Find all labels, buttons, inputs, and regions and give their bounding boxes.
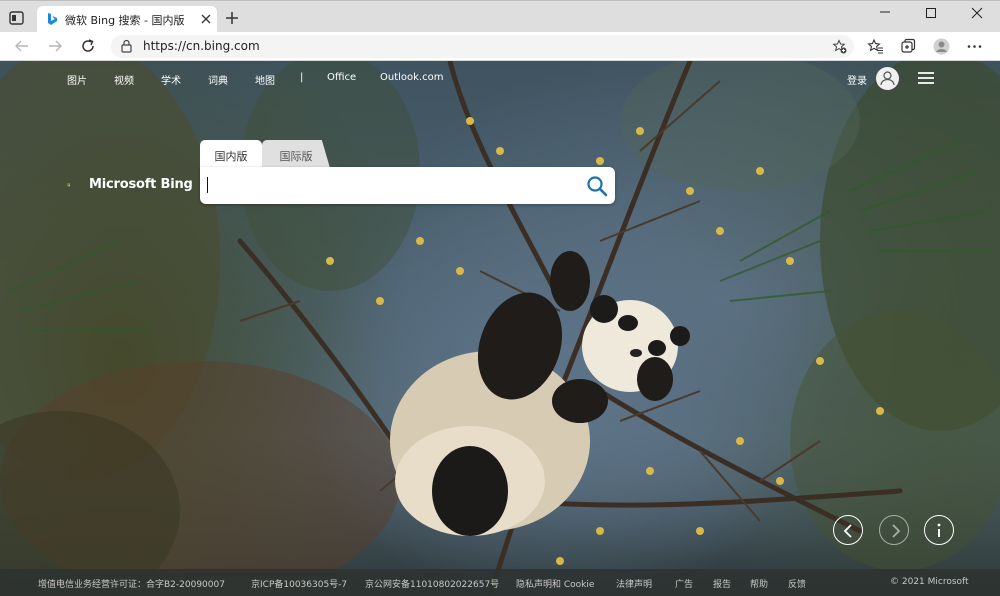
bing-logo-text[interactable]: Microsoft Bing <box>89 177 193 192</box>
bing-favicon-icon <box>48 13 57 25</box>
image-info-button[interactable] <box>924 515 954 545</box>
next-image-button[interactable] <box>879 515 909 545</box>
window-close-icon[interactable] <box>954 1 1000 31</box>
arrow-right-icon[interactable] <box>47 38 63 54</box>
avatar[interactable] <box>876 67 899 90</box>
tab-strip: 微软 Bing 搜索 - 国内版 <box>0 0 1000 33</box>
microsoft-logo-icon <box>67 183 70 187</box>
nav-images[interactable]: 图片 <box>67 72 87 87</box>
search-icon[interactable] <box>586 175 608 197</box>
nav-maps[interactable]: 地图 <box>255 72 275 87</box>
footer-public-security[interactable]: 京公网安备11010802022657号 <box>365 577 499 590</box>
nav-videos[interactable]: 视频 <box>114 72 134 87</box>
hamburger-menu-icon[interactable] <box>918 71 934 85</box>
maximize-icon[interactable] <box>908 1 954 31</box>
profile-icon[interactable] <box>933 38 950 55</box>
collections-icon[interactable] <box>900 38 917 55</box>
nav-outlook[interactable]: Outlook.com <box>380 72 443 83</box>
lock-icon[interactable] <box>120 39 133 53</box>
close-icon[interactable] <box>200 13 212 25</box>
footer-license[interactable]: 增值电信业务经营许可证：合字B2-20090007 <box>38 577 225 590</box>
previous-image-button[interactable] <box>833 515 863 545</box>
footer-report[interactable]: 报告 <box>713 577 731 590</box>
footer-copyright: © 2021 Microsoft <box>890 577 969 587</box>
chevron-left-icon <box>843 524 852 538</box>
nav-office[interactable]: Office <box>327 72 356 83</box>
footer-privacy[interactable]: 隐私声明和 Cookie <box>516 577 594 590</box>
footer-feedback[interactable]: 反馈 <box>788 577 806 590</box>
text-cursor <box>207 177 208 193</box>
plus-icon[interactable] <box>224 10 240 26</box>
star-plus-icon[interactable] <box>832 39 847 54</box>
browser-toolbar: https://cn.bing.com <box>0 32 1000 61</box>
url-text[interactable]: https://cn.bing.com <box>143 39 260 53</box>
footer: 增值电信业务经营许可证：合字B2-20090007 京ICP备10036305号… <box>0 569 1000 596</box>
browser-tab-active[interactable]: 微软 Bing 搜索 - 国内版 <box>37 6 217 33</box>
arrow-left-icon[interactable] <box>14 38 30 54</box>
more-dots-icon[interactable] <box>966 38 983 55</box>
tab-domestic[interactable]: 国内版 <box>200 140 262 168</box>
footer-icp[interactable]: 京ICP备10036305号-7 <box>251 577 347 590</box>
tab-actions-icon[interactable] <box>8 9 26 27</box>
search-input[interactable] <box>212 173 576 199</box>
nav-separator: | <box>300 72 304 83</box>
address-bar[interactable]: https://cn.bing.com <box>111 35 854 58</box>
tab-international[interactable]: 国际版 <box>262 140 330 168</box>
signin-link[interactable]: 登录 <box>847 72 867 87</box>
favorites-icon[interactable] <box>867 38 884 55</box>
footer-advertise[interactable]: 广告 <box>675 577 693 590</box>
user-icon <box>880 71 895 86</box>
info-icon <box>937 523 941 537</box>
footer-legal[interactable]: 法律声明 <box>616 577 652 590</box>
refresh-icon[interactable] <box>80 38 96 54</box>
nav-dictionary[interactable]: 词典 <box>208 72 228 87</box>
panda-figure <box>390 251 690 536</box>
search-box <box>200 167 615 204</box>
nav-academic[interactable]: 学术 <box>161 72 181 87</box>
footer-help[interactable]: 帮助 <box>750 577 768 590</box>
tab-title: 微软 Bing 搜索 - 国内版 <box>65 14 185 27</box>
minimize-icon[interactable] <box>862 1 908 31</box>
chevron-right-icon <box>892 524 901 538</box>
bing-homepage: 图片 视频 学术 词典 地图 | Office Outlook.com 登录 M… <box>0 61 1000 596</box>
